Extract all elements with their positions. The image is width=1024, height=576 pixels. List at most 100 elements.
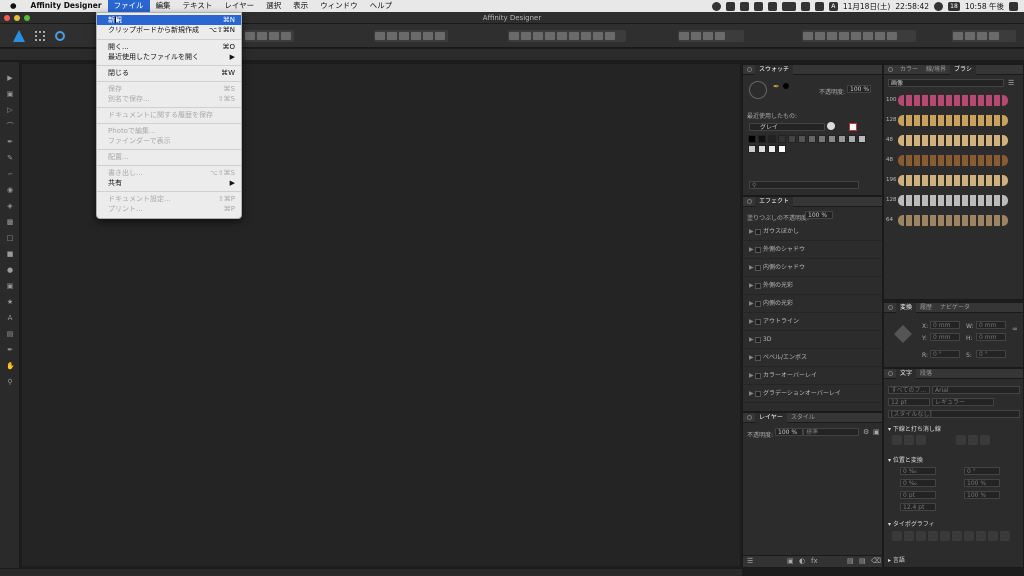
- menu-item-place[interactable]: 配置...: [97, 152, 241, 162]
- export-persona-icon[interactable]: [55, 31, 65, 41]
- boolean-group[interactable]: [374, 30, 448, 42]
- h-field[interactable]: 0 mm: [976, 333, 1006, 341]
- effect-row[interactable]: ▶ アウトライン: [743, 313, 882, 331]
- menu-view[interactable]: 表示: [287, 0, 314, 12]
- font-weight-select[interactable]: レギュラー: [932, 398, 994, 406]
- artboard-tool-icon[interactable]: ▣: [6, 90, 14, 98]
- effect-checkbox[interactable]: [755, 229, 761, 235]
- app-menu[interactable]: Affinity Designer: [25, 0, 108, 12]
- place-image-tool-icon[interactable]: ▩: [6, 218, 14, 226]
- fill-opacity-field[interactable]: 100 %: [805, 211, 833, 219]
- double-underline-button[interactable]: [904, 435, 914, 445]
- swatch-color[interactable]: [758, 145, 766, 153]
- wifi-icon[interactable]: [800, 1, 810, 11]
- vertical-scale-field[interactable]: 100 %: [964, 479, 1000, 487]
- swatch-color[interactable]: [848, 135, 856, 143]
- menu-item-export[interactable]: 書き出し... ⌥⇧⌘S: [97, 168, 241, 178]
- effect-row[interactable]: ▶ グラデーションオーバーレイ: [743, 385, 882, 403]
- menu-item-share[interactable]: 共有 ▶: [97, 178, 241, 188]
- none-color-icon[interactable]: [849, 123, 857, 131]
- effect-row[interactable]: ▶ ベベル/エンボス: [743, 349, 882, 367]
- palette-options-icon[interactable]: [827, 122, 835, 130]
- eyedropper-icon[interactable]: ✒: [773, 82, 780, 91]
- fill-tool-icon[interactable]: ◉: [6, 186, 14, 194]
- panel-close-icon[interactable]: [747, 199, 752, 204]
- effect-checkbox[interactable]: [755, 319, 761, 325]
- kerning-field[interactable]: 0 pt: [900, 491, 936, 499]
- brush-row[interactable]: 64: [884, 211, 1023, 231]
- swatch-color[interactable]: [808, 135, 816, 143]
- menu-item-open-recent[interactable]: 最近使用したファイルを開く ▶: [97, 52, 241, 62]
- menu-item-print[interactable]: プリント... ⌘P: [97, 204, 241, 214]
- adjustment-icon[interactable]: ◐: [799, 557, 805, 565]
- tab-transform[interactable]: 変換: [896, 302, 917, 313]
- menu-item-new-from-clipboard[interactable]: クリップボードから新規作成 ⌥⇧⌘N: [97, 25, 241, 35]
- color-wells-icon[interactable]: [749, 81, 767, 99]
- snapping-group[interactable]: [678, 30, 744, 42]
- typo-button-5[interactable]: [940, 531, 950, 541]
- frame-text-tool-icon[interactable]: ▤: [6, 330, 14, 338]
- swatch-color[interactable]: [748, 135, 756, 143]
- fx-icon[interactable]: fx: [811, 557, 818, 565]
- swatch-color[interactable]: [778, 145, 786, 153]
- swatch-color[interactable]: [758, 135, 766, 143]
- shear-field[interactable]: 0 °: [964, 467, 1000, 475]
- expand-arrow-icon[interactable]: ▶: [749, 349, 754, 367]
- panel-close-icon[interactable]: [747, 67, 752, 72]
- transparency-tool-icon[interactable]: ◈: [6, 202, 14, 210]
- x-field[interactable]: 0 mm: [930, 321, 960, 329]
- brush-row[interactable]: 128: [884, 191, 1023, 211]
- rectangle-tool-icon[interactable]: ■: [6, 250, 14, 258]
- menu-list-icon[interactable]: [1009, 1, 1018, 11]
- align-group[interactable]: [508, 30, 626, 42]
- menu-item-show-in-finder[interactable]: ファインダーで表示: [97, 136, 241, 146]
- volume-icon[interactable]: [814, 1, 824, 11]
- menu-item-save-as[interactable]: 別名で保存... ⇧⌘S: [97, 94, 241, 104]
- menu-layer[interactable]: レイヤー: [218, 0, 260, 12]
- underline-button[interactable]: [892, 435, 902, 445]
- apple-icon[interactable]: ●: [0, 0, 25, 12]
- expand-arrow-icon[interactable]: ▶: [749, 223, 754, 241]
- assistant-group[interactable]: [952, 30, 1016, 42]
- input-mode-icon[interactable]: A: [828, 1, 838, 11]
- node-tool-icon[interactable]: ▷: [6, 106, 14, 114]
- menu-item-new[interactable]: 新規⌘N: [97, 15, 241, 25]
- typo-button-10[interactable]: [1000, 531, 1010, 541]
- menu-edit[interactable]: 編集: [150, 0, 177, 12]
- typo-button-9[interactable]: [988, 531, 998, 541]
- move-tool-icon[interactable]: ▶: [6, 74, 14, 82]
- palette-select[interactable]: グレイ: [749, 123, 825, 131]
- artistic-text-tool-icon[interactable]: A: [6, 314, 14, 322]
- strike-dotted-button[interactable]: [980, 435, 990, 445]
- effect-checkbox[interactable]: [755, 283, 761, 289]
- font-family-select[interactable]: Arial: [932, 386, 1020, 394]
- swatch-color[interactable]: [838, 135, 846, 143]
- swatch-color[interactable]: [818, 135, 826, 143]
- tab-swatches[interactable]: スウォッチ: [755, 64, 794, 75]
- layer-opacity-field[interactable]: 100 %: [775, 428, 803, 436]
- expand-arrow-icon[interactable]: ▶: [749, 331, 754, 349]
- brush-row[interactable]: 100: [884, 91, 1023, 111]
- typo-button-7[interactable]: [964, 531, 974, 541]
- expand-arrow-icon[interactable]: ▶: [749, 259, 754, 277]
- tab-navigator[interactable]: ナビゲータ: [936, 303, 974, 313]
- menu-item-close[interactable]: 閉じる ⌘W: [97, 68, 241, 78]
- layers-stack-icon[interactable]: ☰: [747, 557, 753, 565]
- pixel-persona-icon[interactable]: [35, 31, 45, 41]
- swatch-color[interactable]: [858, 135, 866, 143]
- swatch-search-input[interactable]: ⚲: [749, 181, 859, 189]
- ellipse-tool-icon[interactable]: ●: [6, 266, 14, 274]
- menu-file[interactable]: ファイル: [107, 0, 150, 12]
- typo-button-6[interactable]: [952, 531, 962, 541]
- effect-row[interactable]: ▶ カラーオーバーレイ: [743, 367, 882, 385]
- expand-arrow-icon[interactable]: ▶: [749, 277, 754, 295]
- brush-row[interactable]: 48: [884, 151, 1023, 171]
- brush-options-icon[interactable]: ☰: [1008, 79, 1014, 87]
- text-style-select[interactable]: [スタイルなし]: [888, 410, 1020, 418]
- order-group[interactable]: [802, 30, 916, 42]
- w-field[interactable]: 0 mm: [976, 321, 1006, 329]
- menu-item-open[interactable]: 開く... ⌘O: [97, 42, 241, 52]
- swatch-color[interactable]: [768, 145, 776, 153]
- effect-row[interactable]: ▶ 外側の光彩: [743, 277, 882, 295]
- expand-arrow-icon[interactable]: ▶: [749, 241, 754, 259]
